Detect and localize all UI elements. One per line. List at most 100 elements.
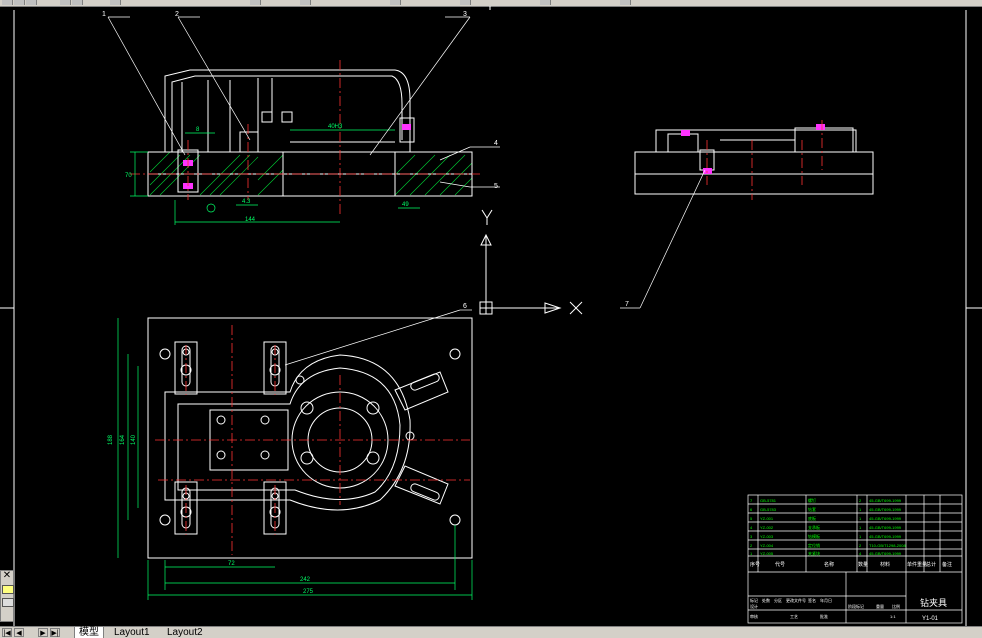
toolbar-button[interactable] (14, 0, 25, 5)
dim-plan-left: 72 (228, 561, 235, 567)
title-row-qty: 1 (859, 516, 862, 521)
ucs-icon (479, 209, 583, 315)
title-row-code: YZ-001 (760, 516, 774, 521)
title-row-mat: 45-GB/T699-1999 (869, 551, 902, 556)
title-row-qty: 4 (859, 551, 862, 556)
dim-top-left: 4.3 (242, 199, 251, 205)
drawing-canvas[interactable]: 70 144 40H3 49 8 4.3 1 2 3 4 5 7 242 275… (0, 6, 982, 626)
dim-plan-inner: 242 (300, 577, 311, 583)
title-row-mat: 45-GB/T699-1999 (869, 498, 902, 503)
lower-label: 批准 (820, 613, 828, 619)
title-header: 名称 (824, 561, 834, 568)
title-header: 序号 (750, 561, 760, 568)
tool-palette[interactable]: ✕ (0, 570, 14, 622)
title-header: 数量 (858, 561, 868, 568)
toolbar-button[interactable] (2, 0, 13, 5)
tab-layout1[interactable]: Layout1 (110, 627, 154, 638)
layout-tab-bar: |◀ ◀ ▶ ▶| 模型 Layout1 Layout2 (0, 626, 982, 638)
toolbar-button[interactable] (26, 0, 37, 5)
prev-tab-button[interactable]: ◀ (14, 628, 24, 637)
tab-model[interactable]: 模型 (74, 627, 104, 638)
drawing-number: Y1-01 (922, 616, 939, 622)
drawing-title: 钻夹具 (920, 597, 947, 608)
first-tab-button[interactable]: |◀ (2, 628, 12, 637)
sheet-frame (0, 6, 982, 626)
title-row-qty: 1 (859, 534, 862, 539)
last-tab-button[interactable]: ▶| (50, 628, 60, 637)
balloon-6: 6 (463, 303, 467, 310)
title-row-name: 夹紧块 (808, 550, 820, 556)
toolbar-button[interactable] (540, 0, 551, 5)
tab-layout2[interactable]: Layout2 (163, 627, 207, 638)
title-row-code: YZ-002 (760, 525, 774, 530)
next-tab-button[interactable]: ▶ (38, 628, 48, 637)
toolbar-button[interactable] (460, 0, 471, 5)
toolbar-button[interactable] (620, 0, 631, 5)
sign-label: 更改文件号 (786, 597, 806, 603)
balloon-1: 1 (102, 11, 106, 18)
toolbar-button[interactable] (72, 0, 83, 5)
toolbar-button[interactable] (390, 0, 401, 5)
title-row-qty: 2 (859, 498, 862, 503)
toolbar-button[interactable] (300, 0, 311, 5)
stage-label: 阶段标记 (848, 603, 864, 609)
title-row-mat: T10-GB/T1298-2008 (869, 543, 906, 548)
close-icon[interactable]: ✕ (1, 571, 13, 581)
title-row-seq: 1 (750, 551, 753, 556)
plan-view[interactable]: 242 275 72 188 164 140 6 (108, 303, 473, 600)
dim-top-small: 8 (196, 127, 200, 133)
side-view[interactable]: 7 (620, 120, 874, 309)
title-row-seq: 3 (750, 534, 753, 539)
sign-label: 标记 (750, 597, 758, 603)
title-header: 备注 (942, 561, 952, 568)
title-row-seq: 7 (750, 498, 753, 503)
leader-lines (107, 16, 500, 188)
front-section-view[interactable]: 70 144 40H3 49 8 4.3 1 2 3 4 5 (102, 11, 500, 225)
dim-plan-h-mid: 164 (120, 434, 126, 445)
title-row-mat: 45-GB/T699-1999 (869, 534, 902, 539)
title-row-seq: 4 (750, 525, 753, 530)
title-block[interactable]: 7 GB-5781 螺钉 2 45-GB/T699-1999 6 GB-5783… (747, 494, 963, 624)
title-row-name: 钻套 (808, 506, 816, 512)
title-header: 单件重量 (907, 561, 927, 568)
palette-swatch[interactable] (2, 585, 14, 594)
sign-label: 分区 (774, 597, 782, 603)
title-row-name: 底板 (808, 515, 816, 521)
balloon-2: 2 (175, 11, 179, 18)
bolt-marks (183, 124, 411, 189)
title-row-seq: 6 (750, 507, 753, 512)
title-row-name: 钻模板 (808, 533, 820, 539)
title-header: 总计 (926, 561, 936, 568)
title-row-qty: 2 (859, 543, 862, 548)
title-row-mat: 45-GB/T699-1999 (869, 516, 902, 521)
palette-swatch[interactable] (2, 598, 14, 607)
title-row-code: GB-5783 (760, 507, 777, 512)
scale-value: 1:1 (890, 614, 896, 619)
toolbar-button[interactable] (110, 0, 121, 5)
stage-label: 比例 (892, 603, 900, 609)
title-row-seq: 5 (750, 516, 753, 521)
title-row-code: GB-5781 (760, 498, 777, 503)
title-row-name: 支承板 (808, 524, 820, 530)
title-row-name: 定位销 (808, 542, 820, 548)
title-row-mat: 45-GB/T699-1999 (869, 525, 902, 530)
lower-label: 工艺 (790, 614, 798, 619)
balloon-3: 3 (463, 11, 467, 18)
stage-label: 重量 (876, 603, 884, 609)
balloon-4: 4 (494, 140, 498, 147)
dimension-lines (130, 129, 420, 225)
title-header: 代号 (775, 561, 785, 568)
lower-label: 设计 (750, 603, 758, 609)
plan-centerlines (155, 325, 470, 555)
title-header: 材料 (880, 561, 890, 568)
balloon-7: 7 (625, 301, 629, 308)
title-row-mat: 45-GB/T699-1999 (869, 507, 902, 512)
sign-label: 年月日 (820, 597, 832, 603)
toolbar-button[interactable] (60, 0, 71, 5)
dim-top-right: 49 (402, 202, 409, 208)
title-row-name: 螺钉 (808, 497, 816, 503)
toolbar-button[interactable] (250, 0, 261, 5)
title-row-code: YZ-004 (760, 543, 774, 548)
dim-plan-outer: 275 (303, 589, 314, 595)
lower-label: 审核 (750, 613, 758, 619)
